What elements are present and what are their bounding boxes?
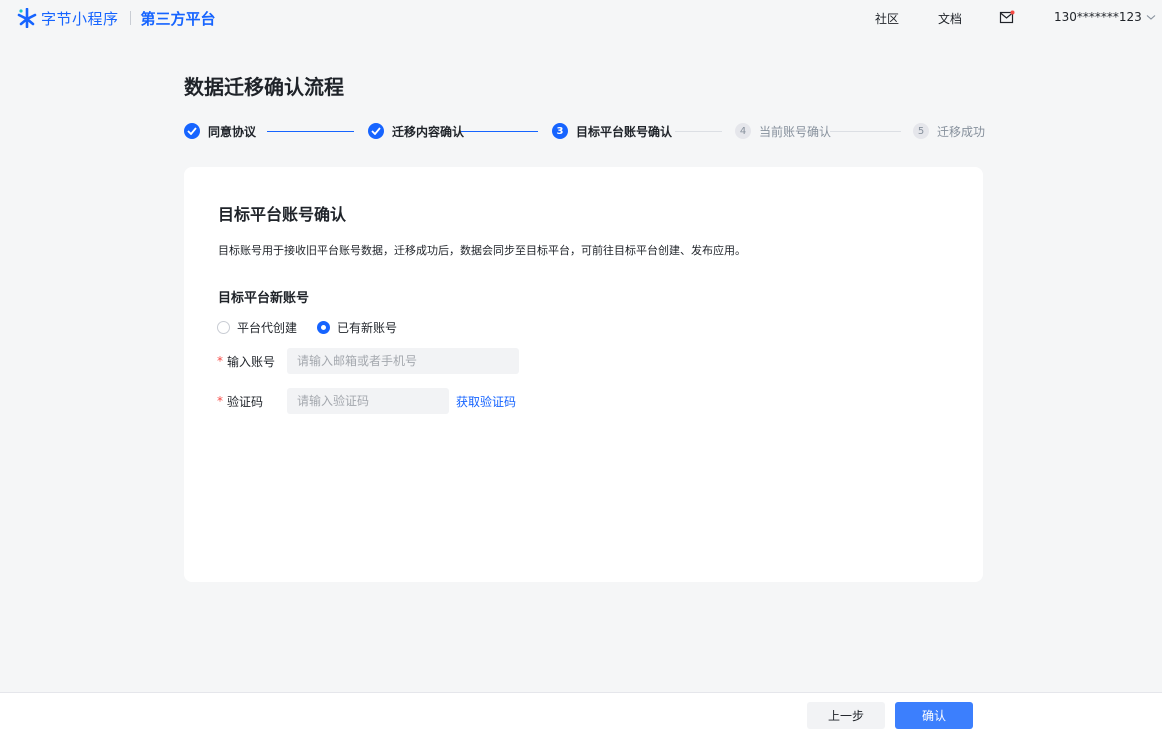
nav-docs[interactable]: 文档 <box>938 10 962 27</box>
radio-platform-create[interactable]: 平台代创建 <box>217 319 297 336</box>
step-connector-2 <box>461 131 538 132</box>
footer-bar <box>0 692 1162 732</box>
user-menu[interactable]: 130*******123 <box>1054 10 1156 24</box>
verification-code-input[interactable] <box>287 388 449 414</box>
confirm-button[interactable]: 确认 <box>895 702 973 729</box>
radio-existing-account[interactable]: 已有新账号 <box>317 319 397 336</box>
page-title: 数据迁移确认流程 <box>184 75 344 99</box>
account-label: 输入账号 <box>227 354 276 369</box>
card-description: 目标账号用于接收旧平台账号数据，迁移成功后，数据会同步至目标平台，可前往目标平台… <box>218 244 746 257</box>
radio-label: 平台代创建 <box>237 321 298 335</box>
nav-community[interactable]: 社区 <box>875 10 899 27</box>
brand-name: 字节小程序 <box>41 9 119 28</box>
account-type-radio-group: 平台代创建 已有新账号 <box>217 319 417 336</box>
check-icon <box>368 123 384 139</box>
brand-logo-icon <box>17 8 37 28</box>
top-header: 字节小程序 第三方平台 社区 文档 130*******123 <box>0 0 1162 36</box>
step-number: 3 <box>552 123 568 139</box>
brand-logo[interactable]: 字节小程序 第三方平台 <box>17 7 216 29</box>
radio-unchecked-icon <box>217 321 230 334</box>
step-connector-3 <box>675 131 722 132</box>
get-code-link[interactable]: 获取验证码 <box>456 393 516 410</box>
step-label: 迁移成功 <box>937 124 986 139</box>
check-icon <box>184 123 200 139</box>
step-label: 同意协议 <box>208 124 257 139</box>
radio-label: 已有新账号 <box>337 321 398 335</box>
code-label: 验证码 <box>227 394 264 409</box>
code-form-row: * 验证码 获取验证码 <box>217 388 516 414</box>
required-mark: * <box>217 394 223 408</box>
step-label: 当前账号确认 <box>759 124 832 139</box>
prev-step-button[interactable]: 上一步 <box>807 702 885 729</box>
section-title: 目标平台新账号 <box>218 291 310 306</box>
brand-divider <box>129 11 131 25</box>
required-mark: * <box>217 354 223 368</box>
mail-icon[interactable] <box>999 10 1015 24</box>
step-label: 目标平台账号确认 <box>576 124 673 139</box>
step-connector-4 <box>830 131 901 132</box>
account-input[interactable] <box>287 348 519 374</box>
chevron-down-icon <box>1146 15 1156 20</box>
step-migration-success: 5 迁移成功 <box>913 122 985 140</box>
step-number: 4 <box>735 123 751 139</box>
brand-subtitle: 第三方平台 <box>140 9 216 28</box>
step-number: 5 <box>913 123 929 139</box>
account-form-row: * 输入账号 <box>217 348 519 374</box>
form-card: 目标平台账号确认 目标账号用于接收旧平台账号数据，迁移成功后，数据会同步至目标平… <box>184 167 983 582</box>
user-account: 130*******123 <box>1054 10 1142 24</box>
radio-checked-icon <box>317 321 331 334</box>
card-title: 目标平台账号确认 <box>218 205 347 224</box>
step-agree-protocol: 同意协议 <box>184 122 256 140</box>
step-current-account: 4 当前账号确认 <box>735 122 831 140</box>
step-content-confirm: 迁移内容确认 <box>368 122 464 140</box>
step-label: 迁移内容确认 <box>392 124 465 139</box>
step-target-account: 3 目标平台账号确认 <box>552 122 672 140</box>
step-connector-1 <box>267 131 354 132</box>
